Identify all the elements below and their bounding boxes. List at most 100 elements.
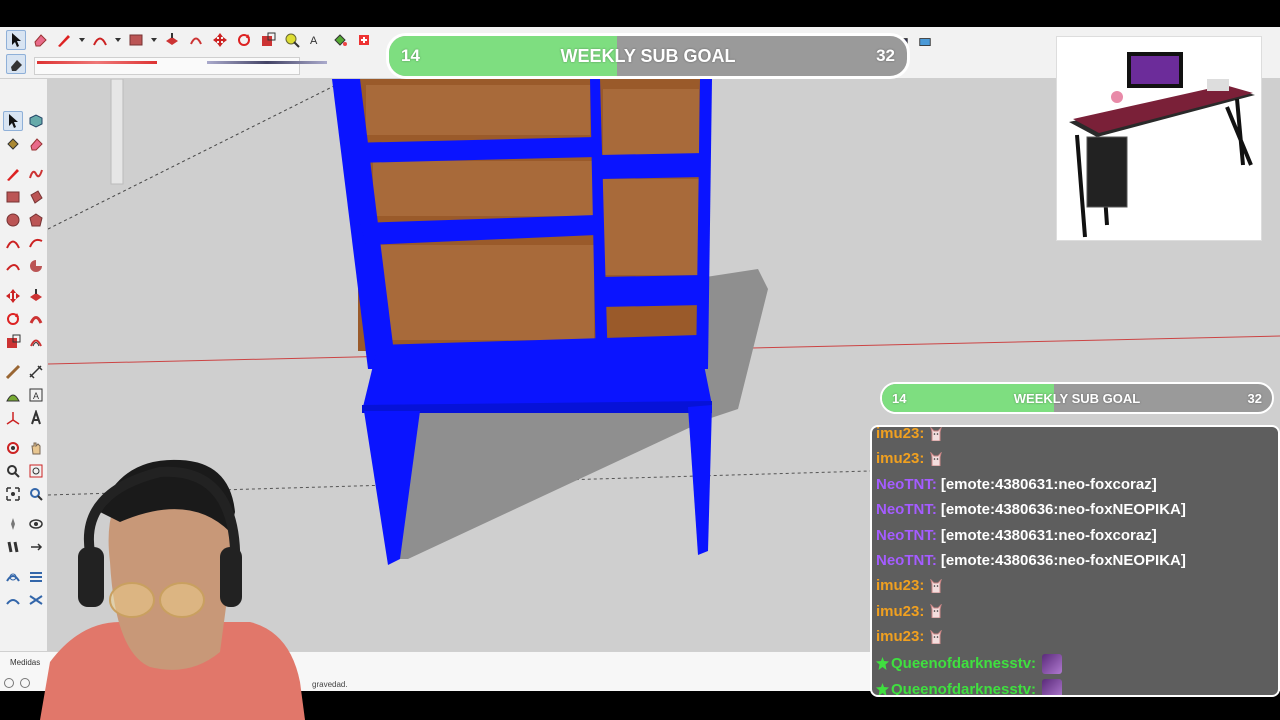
info-icon[interactable] [20,678,30,688]
chat-username[interactable]: NeoTNT: [876,527,937,544]
circle-tool-icon[interactable] [3,210,23,230]
chat-message: imu23: [876,427,942,442]
eraser-small-icon[interactable] [6,54,26,74]
3d-text-icon[interactable] [26,408,46,428]
arc-tool-icon[interactable] [90,30,110,50]
wood-grain-4 [603,89,699,155]
follow-me-icon[interactable] [26,309,46,329]
chat-message: imu23: [876,603,943,620]
desk-leg-right [688,405,712,555]
desk-top [362,335,712,411]
eraser-icon[interactable] [26,134,46,154]
line-tool-icon[interactable] [3,164,23,184]
orbit-icon[interactable] [3,438,23,458]
offset-icon[interactable] [186,30,206,50]
make-component-icon[interactable] [26,111,46,131]
chevron-down-icon[interactable] [78,30,86,50]
chat-username[interactable]: imu23: [876,628,924,645]
chat-message: NeoTNT: [emote:4380631:neo-foxcoraz] [876,527,1157,544]
rotate-icon[interactable] [234,30,254,50]
subscriber-badge-icon [876,682,889,695]
chat-username[interactable]: imu23: [876,450,924,467]
chat-message: imu23: [876,577,943,594]
chevron-down-icon[interactable] [150,30,158,50]
chat-username[interactable]: imu23: [876,577,924,594]
move-icon[interactable] [210,30,230,50]
geolocation-icon[interactable] [4,678,14,688]
chat-username[interactable]: imu23: [876,603,924,620]
sandbox-icon[interactable] [3,567,23,587]
goal-target: 32 [1247,390,1262,406]
paint-bucket-icon[interactable] [3,134,23,154]
shelf-right-2 [600,275,704,307]
chat-text: [emote:4380631:neo-foxcoraz] [940,475,1157,493]
eraser-icon[interactable] [30,30,50,50]
rectangle-tool-icon[interactable] [3,187,23,207]
zoom-extents-icon[interactable] [3,484,23,504]
chat-username[interactable]: Queenofdarknesstv: [891,655,1036,672]
pencil-line-icon[interactable] [54,30,74,50]
chat-username[interactable]: NeoTNT: [876,501,937,518]
dimension-icon[interactable] [26,362,46,382]
cat-emote-icon [930,603,943,619]
streamer-webcam [40,452,330,720]
position-camera-icon[interactable] [3,514,23,534]
rectangle-tool-icon[interactable] [126,30,146,50]
pc-tower [1086,136,1128,208]
chevron-down-icon[interactable] [114,30,122,50]
toolbar-separator [3,157,46,161]
chat-username[interactable]: NeoTNT: [876,552,937,569]
zoom-icon[interactable] [3,461,23,481]
wood-grain-2 [373,161,593,216]
paint-bucket-icon[interactable] [330,30,350,50]
push-pull-icon[interactable] [26,286,46,306]
queen-emote-icon [1042,653,1063,674]
goal-target: 32 [876,46,895,65]
chat-message: Queenofdarknesstv: [876,679,1063,696]
chat-username[interactable]: NeoTNT: [876,476,937,493]
protractor-icon[interactable] [3,385,23,405]
freehand-icon[interactable] [26,164,46,184]
select-tool-icon[interactable] [6,30,26,50]
three-point-arc-icon[interactable] [3,256,23,276]
rotate-icon[interactable] [3,309,23,329]
offset-icon[interactable] [26,332,46,352]
measurements-label: Medidas [10,658,41,667]
styles-strip[interactable] [34,57,327,75]
drape-icon[interactable] [3,590,23,610]
toolbar-separator [3,431,46,435]
green-axis-dashed [47,78,349,230]
chat-username[interactable]: Queenofdarknesstv: [891,681,1036,696]
axes-icon[interactable] [3,408,23,428]
status-icons [4,678,30,688]
text-tool-icon[interactable]: A [306,30,326,50]
chat-username[interactable]: imu23: [876,427,924,442]
wood-grain-1 [366,85,590,135]
scale-icon[interactable] [258,30,278,50]
speaker [1207,79,1229,91]
weekly-sub-goal-chat: 14 WEEKLY SUB GOAL 32 [880,382,1274,414]
section-fill-icon[interactable] [915,32,935,52]
stream-chat: imu23: imu23: NeoTNT: [emote:4380631:neo-fo… [870,425,1280,697]
chat-text: [emote:4380631:neo-foxcoraz] [940,526,1157,544]
tape-measure-icon[interactable] [3,362,23,382]
extension-icon[interactable] [354,30,374,50]
lamp [1111,91,1123,103]
scale-icon[interactable] [3,332,23,352]
glasses-right [159,582,205,618]
reference-product-image [1056,36,1262,241]
push-pull-icon[interactable] [162,30,182,50]
glasses-left [109,582,155,618]
pie-tool-icon[interactable] [26,256,46,276]
rotated-rectangle-icon[interactable] [26,187,46,207]
text-tool-icon[interactable]: A [26,385,46,405]
move-icon[interactable] [3,286,23,306]
two-point-arc-icon[interactable] [26,233,46,253]
chat-message: NeoTNT: [emote:4380631:neo-foxcoraz] [876,476,1157,493]
monitor-screen [1131,56,1179,84]
tape-measure-icon[interactable] [282,30,302,50]
polygon-tool-icon[interactable] [26,210,46,230]
select-tool-icon[interactable] [3,111,23,131]
walk-icon[interactable] [3,537,23,557]
arc-tool-icon[interactable] [3,233,23,253]
